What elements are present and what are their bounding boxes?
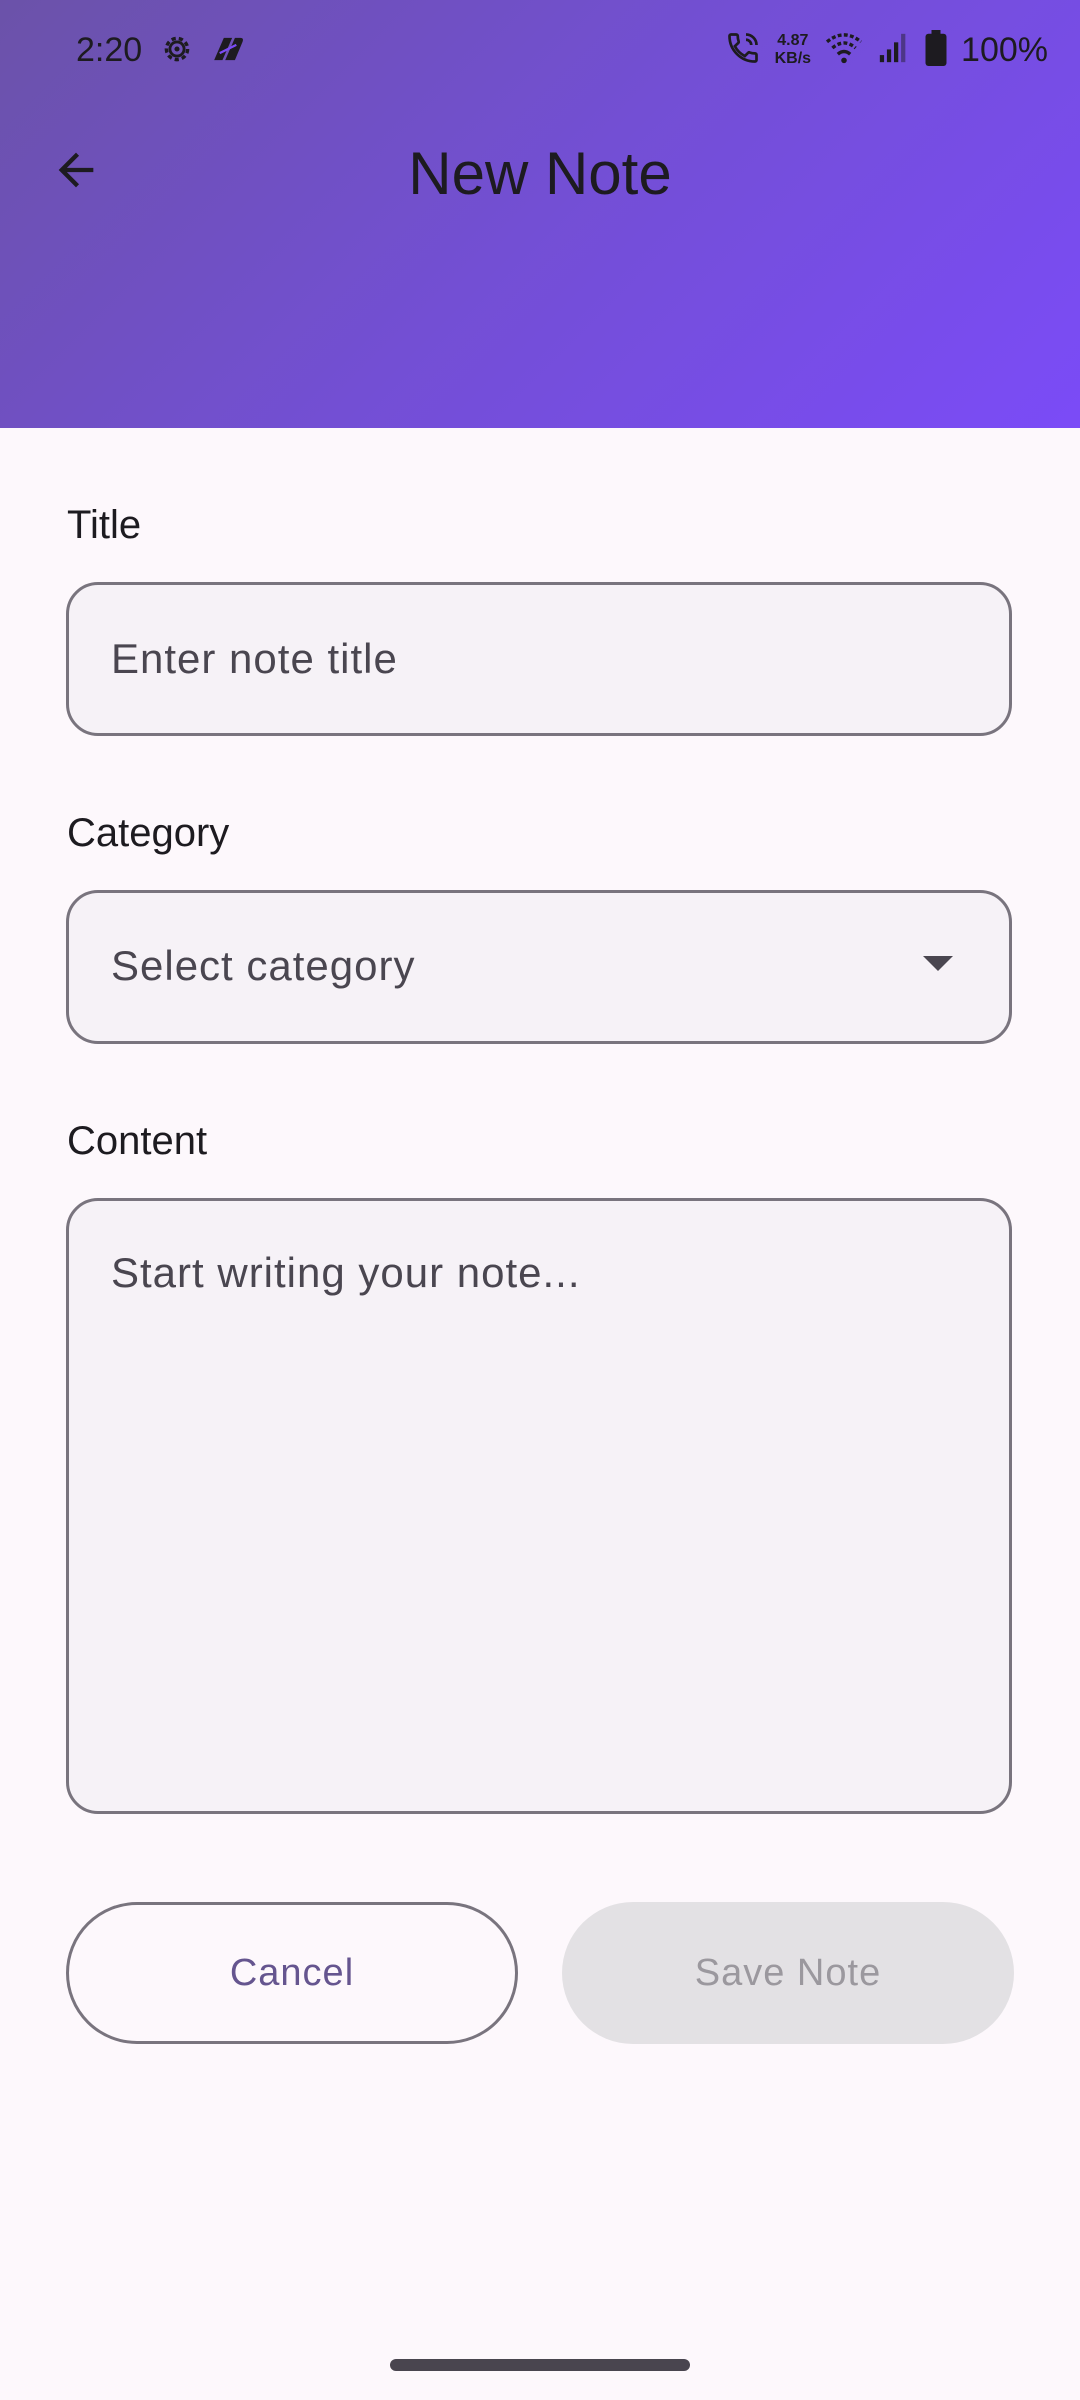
cellular-signal-icon [877,31,911,70]
app-notification-icon [210,32,244,66]
network-speed-value: 4.87 [777,32,809,49]
title-field[interactable] [66,582,1012,736]
new-note-screen: 2:20 4.87 KB/s 100% New Note Title Enter… [0,0,1080,2400]
content-label: Content [67,1119,208,1163]
network-speed: 4.87 KB/s [775,32,811,68]
cancel-button[interactable]: Cancel [66,1902,518,2044]
title-input[interactable] [69,585,1009,733]
content-field[interactable] [66,1198,1012,1814]
category-select[interactable]: Select category [66,890,1012,1044]
content-textarea[interactable] [69,1201,1009,1811]
dropdown-arrow-icon[interactable] [923,956,953,971]
app-header: 2:20 4.87 KB/s 100% New Note [0,0,1080,428]
wifi-calling-icon [725,30,761,71]
home-indicator[interactable] [390,2359,690,2371]
title-label: Title [67,503,142,547]
battery-percent: 100% [961,31,1048,69]
save-note-button[interactable]: Save Note [562,1902,1014,2044]
page-title: New Note [408,140,672,207]
network-speed-unit: KB/s [774,50,812,67]
battery-icon [925,29,947,71]
status-bar: 2:20 4.87 KB/s 100% [0,0,1080,100]
settings-gear-icon [160,32,194,66]
category-select-value: Select category [111,942,416,989]
category-label: Category [67,811,230,855]
status-right-group: 4.87 KB/s 100% [725,26,1048,74]
status-time: 2:20 [76,31,143,69]
wifi-icon [825,31,863,70]
